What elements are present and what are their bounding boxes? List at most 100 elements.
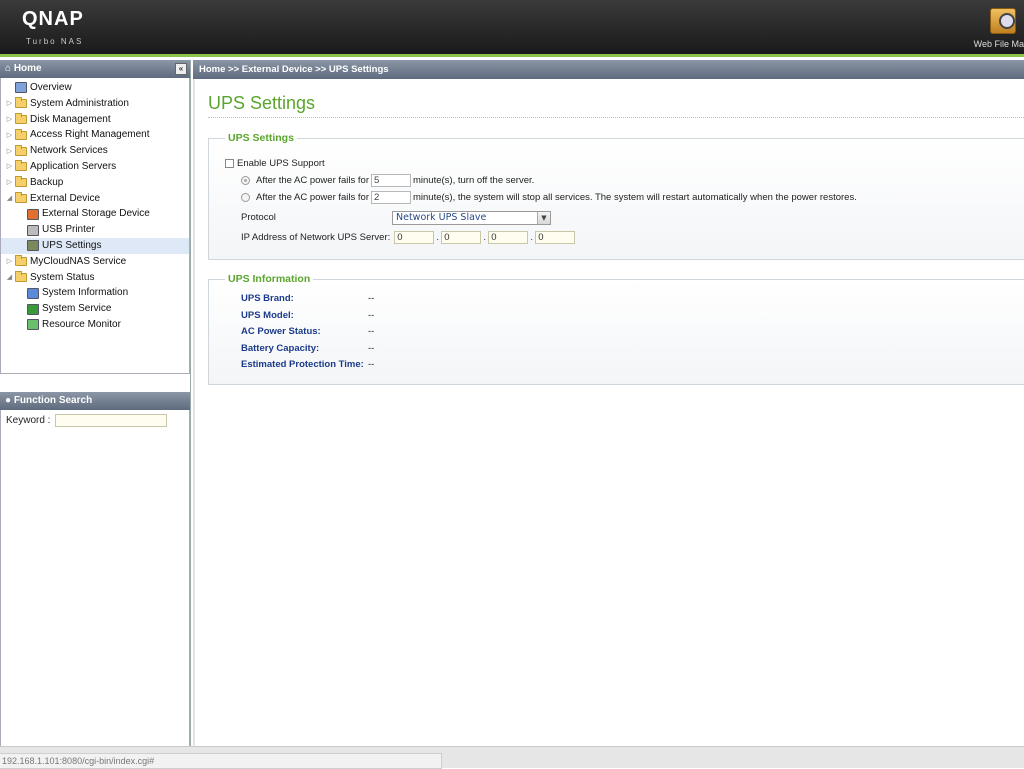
info-label: UPS Brand:: [241, 293, 294, 304]
expanded-arrow-icon[interactable]: ◢: [5, 194, 14, 203]
ip-address-row: IP Address of Network UPS Server: 0 . 0 …: [241, 231, 576, 244]
sidebar-item-resource-monitor[interactable]: Resource Monitor: [1, 317, 189, 333]
home-label[interactable]: Home: [14, 63, 42, 74]
sidebar-item-backup[interactable]: ▷ Backup: [1, 175, 189, 191]
ip-octet-1[interactable]: 0: [394, 231, 435, 244]
info-label: UPS Model:: [241, 309, 294, 321]
folder-icon: [15, 112, 27, 124]
sidebar-item-system-administration[interactable]: ▷ System Administration: [1, 96, 189, 112]
stop-services-option-row: After the AC power fails for 2 minute(s)…: [241, 191, 857, 204]
protocol-label: Protocol: [241, 212, 276, 223]
sidebar-item-system-service[interactable]: System Service: [1, 301, 189, 317]
status-url: 192.168.1.101:8080/cgi-bin/index.cgi#: [0, 753, 442, 769]
sidebar-item-label: Access Right Management: [30, 129, 150, 141]
collapse-sidebar-button[interactable]: «: [175, 63, 187, 75]
qnap-logo: QNAP: [22, 8, 84, 30]
sidebar-item-label: System Status: [30, 271, 95, 283]
keyword-input[interactable]: [55, 414, 168, 427]
sidebar-item-label: Disk Management: [30, 113, 111, 125]
overview-icon: [15, 82, 27, 94]
folder-open-icon: [15, 270, 27, 282]
breadcrumb: Home >> External Device >> UPS Settings: [193, 60, 1024, 79]
sidebar-item-mycloudnas-service[interactable]: ▷ MyCloudNAS Service: [1, 254, 189, 270]
expanded-arrow-icon[interactable]: ◢: [5, 273, 14, 282]
function-search-panel: Keyword :: [0, 410, 190, 762]
main-content: UPS Settings UPS Settings Enable UPS Sup…: [193, 79, 1024, 746]
folder-open-icon: [15, 191, 27, 203]
sidebar-item-system-information[interactable]: System Information: [1, 285, 189, 301]
info-value: --: [368, 342, 375, 354]
ups-information-group: UPS Information UPS Brand: -- UPS Model: --…: [208, 273, 1024, 385]
collapsed-arrow-icon[interactable]: ▷: [5, 257, 14, 266]
sidebar-item-label: System Administration: [30, 97, 129, 109]
sidebar-item-label: System Service: [42, 303, 112, 315]
sidebar-item-ups-settings[interactable]: UPS Settings: [1, 237, 189, 254]
page-title: UPS Settings: [208, 93, 316, 113]
ip-dot: .: [530, 232, 534, 243]
collapsed-arrow-icon[interactable]: ▷: [5, 178, 14, 187]
title-divider: [208, 117, 1024, 118]
stop-services-minutes-input[interactable]: 2: [371, 191, 411, 204]
ip-octet-2[interactable]: 0: [441, 231, 482, 244]
enable-ups-row: Enable UPS Support: [225, 158, 325, 169]
ups-icon: [27, 240, 39, 252]
shutdown-option-row: After the AC power fails for 5 minute(s)…: [241, 174, 534, 187]
info-value: --: [368, 359, 375, 370]
ups-settings-group: UPS Settings Enable UPS Support After th…: [208, 132, 1024, 260]
sidebar-item-application-servers[interactable]: ▷ Application Servers: [1, 159, 189, 175]
chevron-down-icon[interactable]: ▼: [537, 212, 550, 224]
stop-services-radio[interactable]: [241, 193, 250, 202]
storage-device-icon: [27, 208, 39, 220]
protocol-value: Network UPS Slave: [396, 212, 487, 223]
shutdown-radio[interactable]: [241, 176, 250, 185]
sidebar-item-external-device[interactable]: ◢ External Device: [1, 191, 189, 207]
ip-octet-3[interactable]: 0: [488, 231, 529, 244]
web-file-manager-icon: [990, 8, 1016, 34]
sidebar-item-access-right-management[interactable]: ▷ Access Right Management: [1, 127, 189, 143]
navigation-tree: Overview ▷ System Administration ▷ Disk Mana…: [0, 78, 190, 374]
resource-monitor-icon: [27, 319, 39, 331]
opt2-suffix: minute(s), the system will stop all serv…: [413, 192, 857, 203]
search-icon: ●: [5, 395, 12, 406]
sidebar-item-system-status[interactable]: ◢ System Status: [1, 270, 189, 286]
enable-ups-label: Enable UPS Support: [237, 158, 325, 169]
info-label: Battery Capacity:: [241, 342, 320, 354]
info-label: Estimated Protection Time:: [241, 359, 364, 370]
protocol-select[interactable]: Network UPS Slave ▼: [392, 211, 551, 225]
function-search-header: ● Function Search: [0, 392, 190, 410]
ip-dot: .: [436, 232, 440, 243]
function-search-title: Function Search: [13, 395, 93, 406]
info-label: AC Power Status:: [241, 326, 321, 337]
collapsed-arrow-icon[interactable]: ▷: [5, 115, 14, 124]
ups-information-legend: UPS Information: [225, 273, 314, 285]
keyword-label: Keyword :: [6, 415, 51, 427]
sidebar: ⌂ Home « Overview ▷ System Administration ▷…: [0, 60, 191, 762]
sidebar-item-external-storage-device[interactable]: External Storage Device: [1, 206, 189, 222]
collapsed-arrow-icon[interactable]: ▷: [5, 99, 14, 108]
sidebar-item-usb-printer[interactable]: USB Printer: [1, 222, 189, 238]
home-icon: ⌂: [5, 63, 12, 74]
browser-status-bar: 192.168.1.101:8080/cgi-bin/index.cgi#: [0, 746, 1024, 769]
ip-octet-4[interactable]: 0: [535, 231, 576, 244]
info-value: --: [368, 309, 375, 321]
enable-ups-checkbox[interactable]: [225, 159, 234, 168]
collapsed-arrow-icon[interactable]: ▷: [5, 131, 14, 140]
collapsed-arrow-icon[interactable]: ▷: [5, 162, 14, 171]
folder-icon: [15, 160, 27, 172]
ip-dot: .: [483, 232, 487, 243]
shutdown-minutes-input[interactable]: 5: [371, 174, 411, 187]
web-file-manager-button[interactable]: Web File Ma: [964, 6, 1024, 50]
folder-icon: [15, 255, 27, 267]
folder-icon: [15, 176, 27, 188]
home-panel-header: ⌂ Home «: [0, 60, 190, 78]
system-info-icon: [27, 287, 39, 299]
sidebar-item-label: MyCloudNAS Service: [30, 255, 127, 267]
collapsed-arrow-icon[interactable]: ▷: [5, 147, 14, 156]
system-service-icon: [27, 303, 39, 315]
sidebar-item-label: External Device: [30, 192, 101, 204]
ip-address-label: IP Address of Network UPS Server:: [241, 232, 391, 243]
sidebar-item-overview[interactable]: Overview: [1, 80, 189, 96]
info-value: --: [368, 326, 375, 337]
sidebar-item-network-services[interactable]: ▷ Network Services: [1, 143, 189, 159]
sidebar-item-disk-management[interactable]: ▷ Disk Management: [1, 112, 189, 128]
